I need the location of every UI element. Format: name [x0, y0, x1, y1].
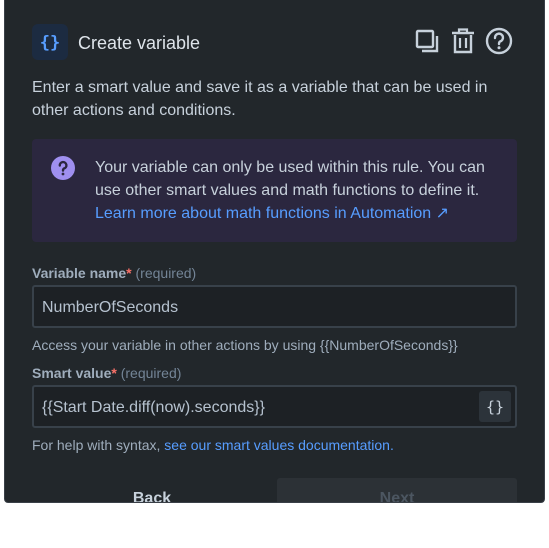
panel-header: {} Create variable	[5, 0, 544, 86]
trash-icon[interactable]	[448, 26, 478, 56]
info-message-text: Your variable can only be used within th…	[95, 159, 485, 199]
variable-name-input[interactable]: NumberOfSeconds	[32, 285, 517, 328]
help-icon[interactable]	[484, 26, 514, 56]
question-icon	[51, 156, 75, 180]
curly-braces-icon: {}	[32, 24, 68, 60]
smart-value-label-text: Smart value	[32, 365, 112, 381]
variable-name-label-text: Variable name	[32, 265, 127, 281]
insert-smart-value-button[interactable]: {}	[479, 391, 511, 422]
required-star: *	[111, 365, 117, 381]
duplicate-icon[interactable]	[412, 26, 442, 56]
back-button[interactable]: Back	[32, 478, 272, 502]
description-text: Enter a smart value and save it as a var…	[32, 79, 488, 119]
smart-value-input[interactable]: {{Start Date.diff(now).seconds}} {}	[32, 385, 517, 428]
info-text: Your variable can only be used within th…	[95, 156, 505, 225]
variable-name-helper: Access your variable in other actions by…	[32, 337, 458, 353]
svg-text:{}: {}	[40, 33, 60, 52]
smart-values-docs-link[interactable]: see our smart values documentation.	[164, 437, 394, 453]
required-text: (required)	[120, 365, 182, 381]
required-text: (required)	[135, 265, 197, 281]
next-button[interactable]: Next	[277, 478, 517, 502]
variable-name-label: Variable name* (required)	[32, 265, 196, 281]
smart-value-label: Smart value* (required)	[32, 365, 181, 381]
create-variable-panel: {} Create variable Enter a smart value a…	[4, 0, 545, 503]
smart-value-helper: For help with syntax, see our smart valu…	[32, 437, 394, 453]
variable-name-value: NumberOfSeconds	[42, 299, 179, 316]
panel-title: Create variable	[78, 33, 201, 53]
math-functions-link[interactable]: Learn more about math functions in Autom…	[95, 205, 449, 222]
required-star: *	[126, 265, 132, 281]
smart-value-helper-text: For help with syntax,	[32, 437, 165, 453]
smart-value-value: {{Start Date.diff(now).seconds}}	[42, 399, 265, 416]
info-message: Your variable can only be used within th…	[32, 139, 517, 242]
